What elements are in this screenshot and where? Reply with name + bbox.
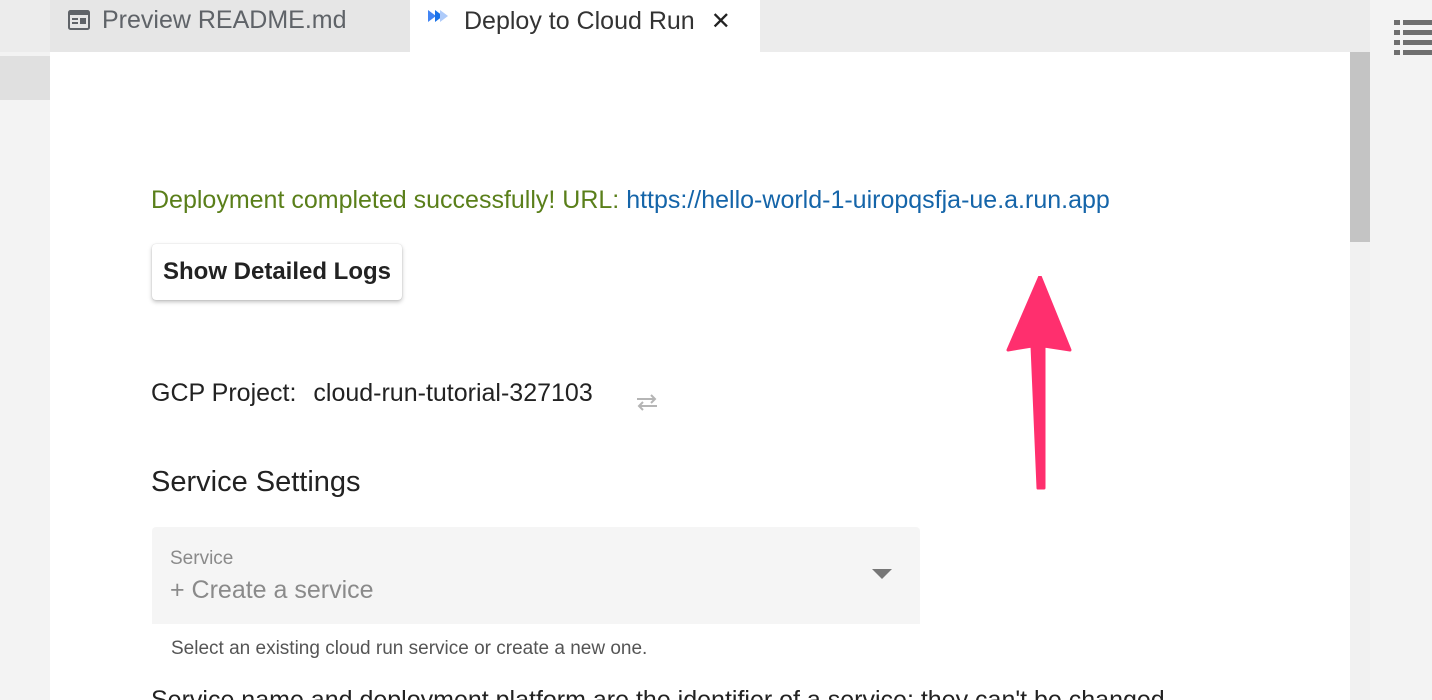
gcp-project: GCP Project: cloud-run-tutorial-327103 bbox=[151, 379, 593, 408]
project-value: cloud-run-tutorial-327103 bbox=[313, 379, 593, 407]
list-menu-icon[interactable] bbox=[1394, 18, 1432, 61]
scrollbar-thumb[interactable] bbox=[1350, 52, 1370, 242]
status-message: Deployment completed successfully! URL: bbox=[151, 186, 620, 214]
tab-deploy-cloud-run[interactable]: Deploy to Cloud Run ✕ bbox=[410, 0, 760, 52]
service-helper-text: Select an existing cloud run service or … bbox=[171, 638, 648, 659]
right-rail bbox=[1370, 0, 1432, 700]
cloud-run-icon bbox=[426, 8, 450, 24]
service-url-link[interactable]: https://hello-world-1-uiropqsfja-ue.a.ru… bbox=[626, 186, 1110, 214]
scrollbar[interactable] bbox=[1350, 52, 1370, 700]
service-field-value: + Create a service bbox=[170, 576, 374, 604]
tab-preview-readme[interactable]: Preview README.md bbox=[50, 0, 410, 52]
service-description-text: Service name and deployment platform are… bbox=[151, 686, 1172, 700]
show-detailed-logs-button[interactable]: Show Detailed Logs bbox=[152, 244, 402, 300]
left-gutter bbox=[0, 52, 50, 700]
preview-icon bbox=[68, 10, 90, 30]
arrow-up-annotation bbox=[990, 274, 1090, 501]
deploy-panel: Deployment completed successfully! URL: … bbox=[50, 52, 1350, 700]
service-settings-title: Service Settings bbox=[151, 466, 361, 498]
service-field-label: Service bbox=[170, 548, 234, 569]
swap-arrows-icon[interactable] bbox=[634, 392, 660, 417]
service-select[interactable]: Service + Create a service bbox=[152, 527, 920, 624]
gutter-marker bbox=[0, 56, 50, 100]
tab-bar: Preview README.md Deploy to Cloud Run ✕ bbox=[0, 0, 1370, 52]
project-label: GCP Project: bbox=[151, 379, 297, 407]
tab-label: Deploy to Cloud Run bbox=[464, 7, 695, 35]
tab-label: Preview README.md bbox=[102, 6, 347, 34]
close-icon[interactable]: ✕ bbox=[711, 7, 731, 37]
deployment-status: Deployment completed successfully! URL: … bbox=[151, 186, 1110, 215]
chevron-down-icon[interactable] bbox=[872, 569, 892, 579]
